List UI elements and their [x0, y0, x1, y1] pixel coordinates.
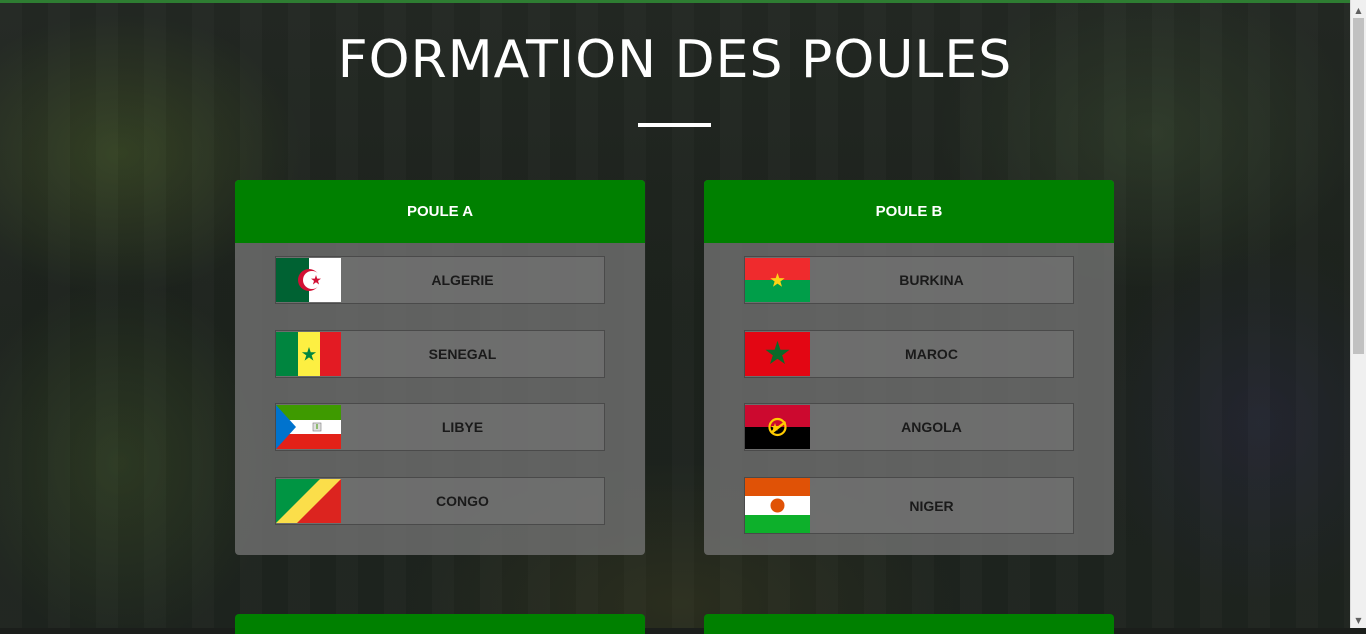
algeria-flag-icon	[276, 258, 341, 302]
team-name: BURKINA	[899, 272, 964, 288]
team-senegal[interactable]: SENEGAL	[275, 330, 605, 378]
team-congo[interactable]: CONGO	[275, 477, 605, 525]
background-photo	[0, 3, 1350, 628]
page-title: FORMATION DES POULES	[337, 30, 1013, 90]
equatorial-guinea-flag-icon	[276, 405, 341, 449]
team-burkina[interactable]: BURKINA	[744, 256, 1074, 304]
team-name: ALGERIE	[431, 272, 494, 288]
vertical-scrollbar[interactable]: ▲ ▼	[1350, 0, 1366, 628]
team-name: SENEGAL	[428, 346, 497, 362]
team-name: CONGO	[436, 493, 489, 509]
congo-flag-icon	[276, 479, 341, 523]
group-card-b: POULE B BURKINA MAROC ANGOLA NIGER	[704, 180, 1114, 555]
team-name: ANGOLA	[901, 419, 962, 435]
title-underline	[638, 123, 711, 127]
scroll-down-arrow-icon[interactable]: ▼	[1351, 612, 1366, 628]
group-header-b: POULE B	[704, 180, 1114, 243]
scroll-up-arrow-icon[interactable]: ▲	[1351, 2, 1366, 18]
team-niger[interactable]: NIGER	[744, 477, 1074, 534]
group-card-a: POULE A ALGERIE SENEGAL LIBYE CONGO	[235, 180, 645, 555]
morocco-flag-icon	[745, 332, 810, 376]
burkina-faso-flag-icon	[745, 258, 810, 302]
group-header-a: POULE A	[235, 180, 645, 243]
team-name: LIBYE	[441, 419, 484, 435]
team-libye[interactable]: LIBYE	[275, 403, 605, 451]
team-name: NIGER	[909, 497, 954, 514]
group-card-d-header	[704, 614, 1114, 634]
team-name: MAROC	[905, 346, 958, 362]
angola-flag-icon	[745, 405, 810, 449]
team-angola[interactable]: ANGOLA	[744, 403, 1074, 451]
group-card-c-header	[235, 614, 645, 634]
niger-flag-icon	[745, 478, 810, 533]
team-algerie[interactable]: ALGERIE	[275, 256, 605, 304]
senegal-flag-icon	[276, 332, 341, 376]
team-maroc[interactable]: MAROC	[744, 330, 1074, 378]
scroll-thumb[interactable]	[1353, 18, 1364, 354]
